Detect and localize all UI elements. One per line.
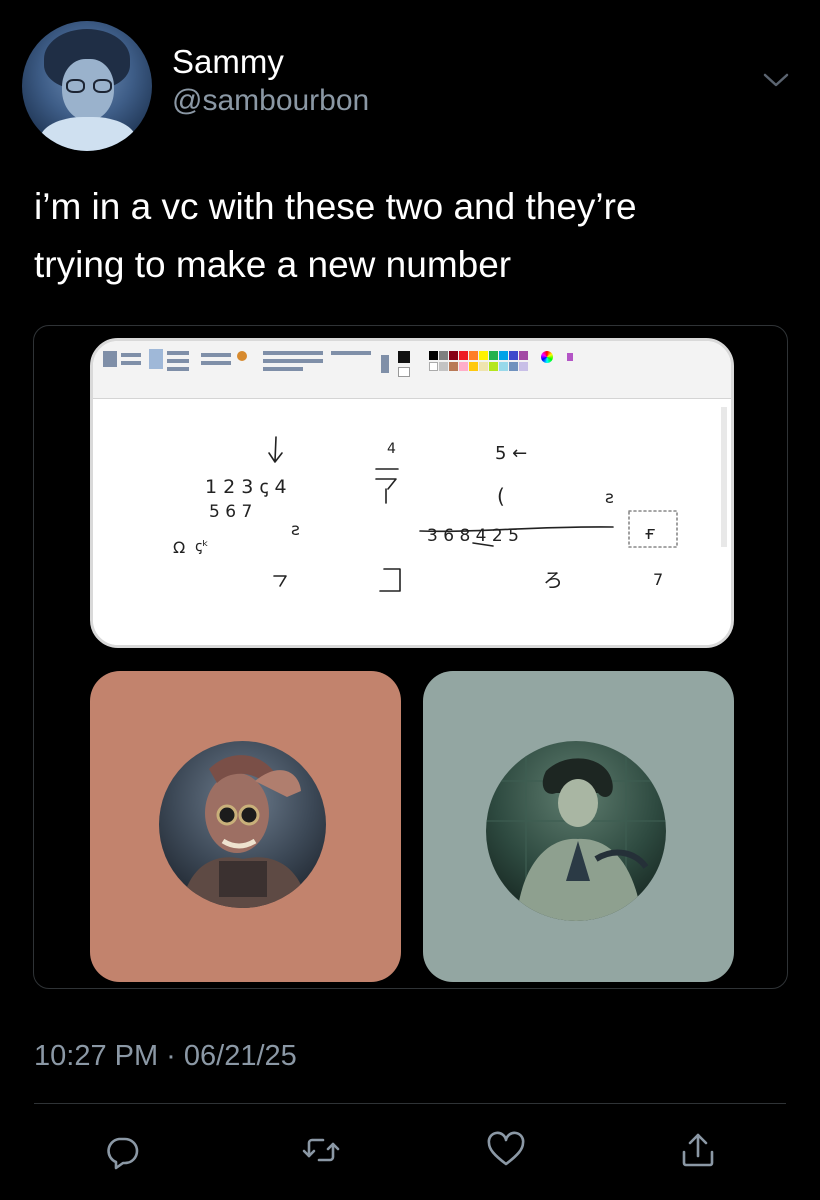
scribble-drawing: 1 2 3 ꞔ 4 5 6 7 ꙅ Ω ꞔᵏ 4 5 ← ( ꙅ 3 6 8 4… bbox=[173, 436, 678, 592]
scribble-text: ( bbox=[497, 484, 505, 508]
scribble-text: ꞔᵏ bbox=[195, 537, 209, 555]
reply-button[interactable] bbox=[100, 1128, 144, 1172]
scribble-text: 3 6 8 4 2 5 bbox=[427, 526, 519, 546]
vc-participant-tile[interactable] bbox=[90, 671, 401, 982]
tweet-text-line: i’m in a vc with these two and they’re bbox=[34, 186, 637, 227]
divider bbox=[34, 1103, 786, 1104]
author-display-name[interactable]: Sammy bbox=[172, 43, 284, 81]
tweet-media[interactable]: 1 2 3 ꞔ 4 5 6 7 ꙅ Ω ꞔᵏ 4 5 ← ( ꙅ 3 6 8 4… bbox=[33, 325, 788, 989]
scribble-text: Ω bbox=[173, 538, 185, 557]
scribble-text: ғ bbox=[645, 523, 656, 544]
author-handle[interactable]: @sambourbon bbox=[172, 84, 369, 118]
avatar-shirt bbox=[40, 117, 136, 151]
retweet-button[interactable] bbox=[299, 1128, 343, 1172]
scribble-text: ꙅ bbox=[291, 520, 300, 540]
reply-icon bbox=[107, 1137, 139, 1170]
scribble-text: 1 2 3 ꞔ 4 bbox=[205, 476, 287, 498]
scribble-text: 7 bbox=[653, 570, 663, 589]
tweet-text: i’m in a vc with these two and they’re t… bbox=[34, 178, 794, 294]
vc-participant-tile[interactable] bbox=[423, 671, 734, 982]
scribble-text: ꙅ bbox=[605, 488, 614, 508]
avatar-glasses bbox=[66, 79, 112, 95]
chevron-down-icon[interactable] bbox=[762, 70, 790, 90]
scribble-text: 5 ← bbox=[495, 443, 527, 464]
scribble-text: 5 6 7 bbox=[209, 502, 252, 522]
share-button[interactable] bbox=[676, 1128, 720, 1172]
retweet-icon bbox=[302, 1138, 340, 1162]
tweet-text-line: trying to make a new number bbox=[34, 244, 512, 285]
share-icon bbox=[682, 1133, 714, 1167]
scribble-text: ろ bbox=[543, 568, 563, 592]
scribble-text: 4 bbox=[387, 441, 396, 457]
paint-screenshot: 1 2 3 ꞔ 4 5 6 7 ꙅ Ω ꞔᵏ 4 5 ← ( ꙅ 3 6 8 4… bbox=[90, 338, 734, 648]
tweet-timestamp[interactable]: 10:27 PM · 06/21/25 bbox=[34, 1040, 297, 1073]
like-icon bbox=[487, 1131, 525, 1166]
participant-avatar bbox=[486, 741, 666, 921]
author-avatar[interactable] bbox=[22, 21, 152, 151]
participant-avatar bbox=[159, 741, 326, 908]
like-button[interactable] bbox=[484, 1128, 528, 1172]
